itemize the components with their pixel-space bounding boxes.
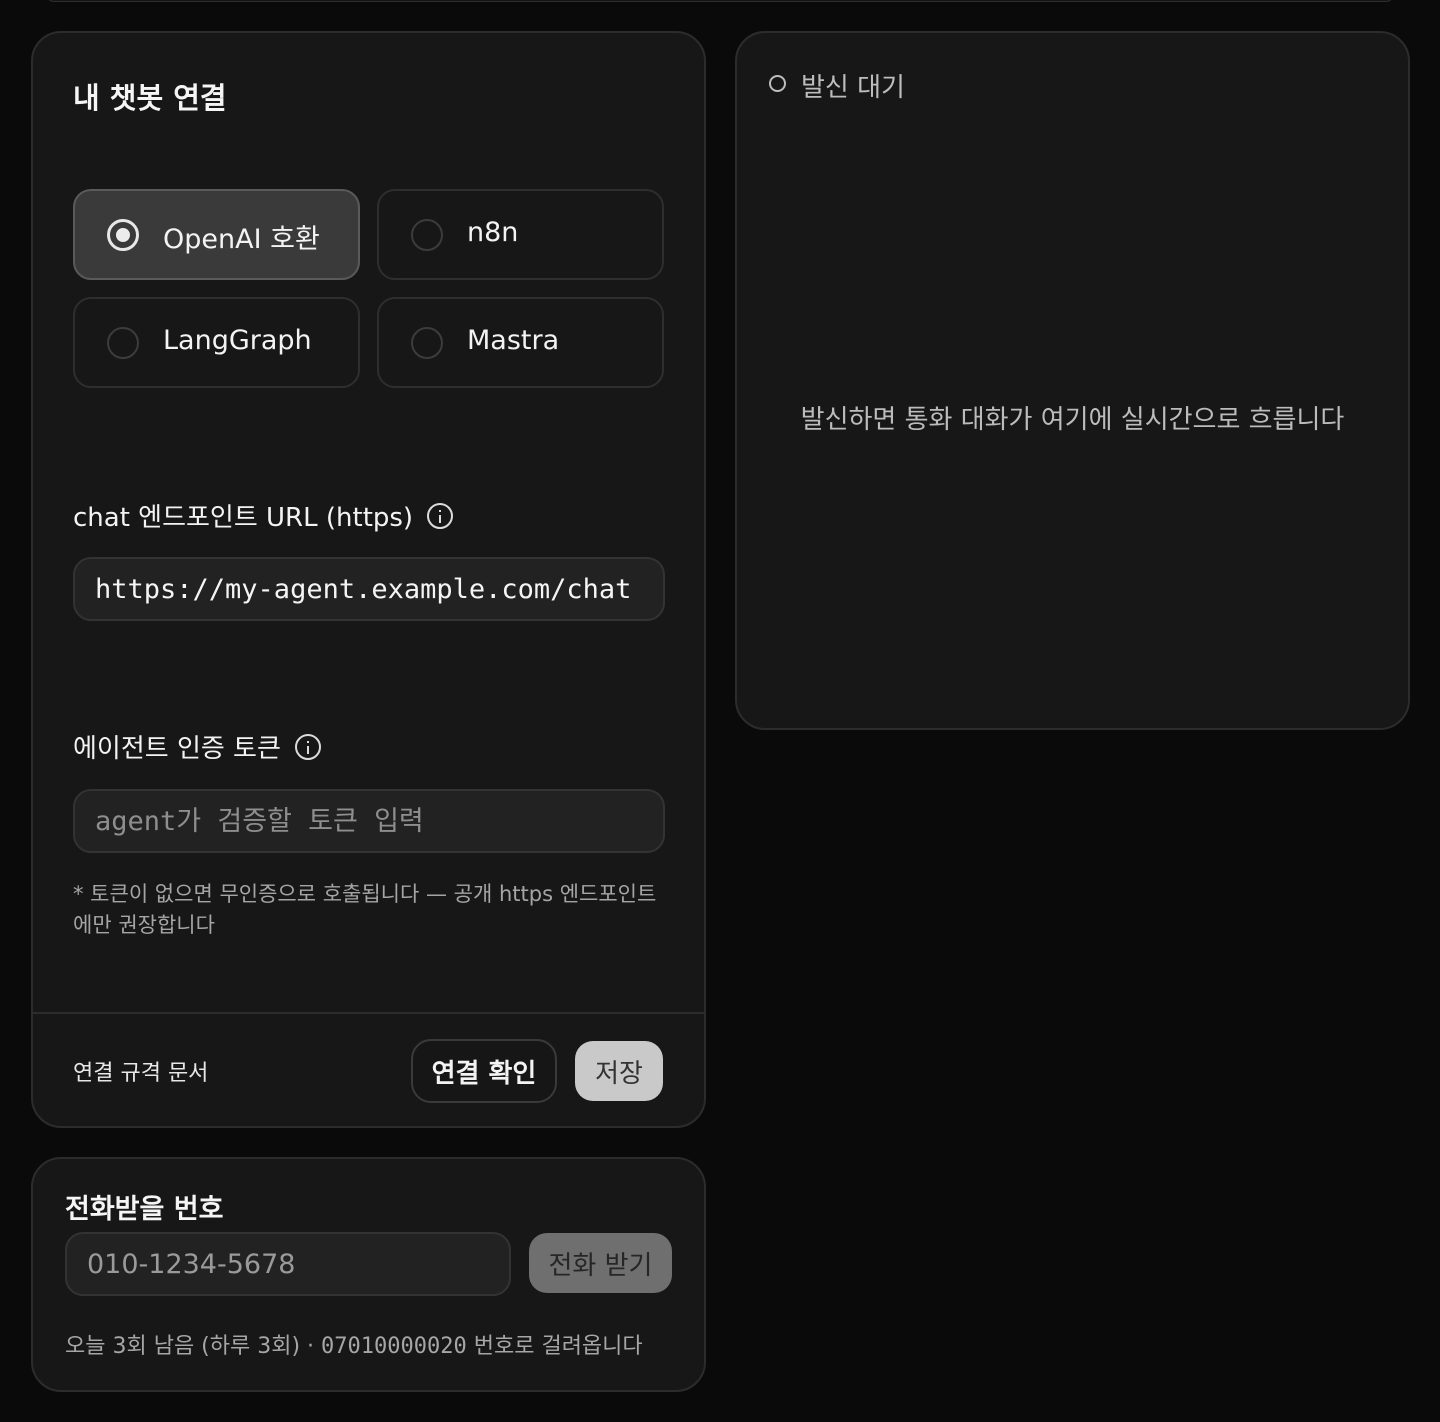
card-title: 내 챗봇 연결 — [73, 81, 227, 115]
option-openai[interactable]: OpenAI 호환 — [73, 189, 360, 280]
spec-doc-link[interactable]: 연결 규격 문서 — [73, 1055, 208, 1087]
quota-prefix: 오늘 3회 남음 (하루 3회) · — [65, 1334, 322, 1359]
quota-suffix: 번호로 걸려옵니다 — [466, 1334, 643, 1359]
radio-icon[interactable] — [411, 219, 443, 251]
test-connection-button[interactable]: 연결 확인 — [411, 1039, 557, 1103]
radio-icon[interactable] — [107, 327, 139, 359]
option-langgraph[interactable]: LangGraph — [73, 297, 360, 388]
card-footer-divider — [33, 1012, 704, 1014]
info-icon[interactable] — [427, 502, 454, 529]
option-n8n[interactable]: n8n — [377, 189, 664, 280]
token-note: * 토큰이 없으면 무인증으로 호출됩니다 — 공개 https 엔드포인트에만… — [73, 882, 657, 937]
radio-selected-icon[interactable] — [107, 219, 139, 251]
phone-title: 전화받을 번호 — [65, 1194, 224, 1225]
call-quota-text: 오늘 3회 남음 (하루 3회) · 07010000020 번호로 걸려옵니다 — [65, 1328, 643, 1360]
save-button[interactable]: 저장 — [575, 1041, 663, 1101]
chatbot-connect-card: 내 챗봇 연결 OpenAI 호환 n8n LangGraph Mastra c… — [31, 31, 706, 1128]
receive-call-card: 전화받을 번호 전화 받기 오늘 3회 남음 (하루 3회) · 0701000… — [31, 1157, 706, 1392]
call-transcript-card: 발신 대기 발신하면 통화 대화가 여기에 실시간으로 흐릅니다 — [735, 31, 1410, 730]
phone-number-input[interactable] — [65, 1232, 511, 1296]
option-label: LangGraph — [163, 325, 312, 356]
caller-number: 07010000020 — [321, 1334, 467, 1359]
token-input[interactable] — [73, 789, 665, 853]
info-icon[interactable] — [294, 733, 321, 760]
option-label: n8n — [467, 217, 519, 248]
call-status: 발신 대기 — [801, 73, 905, 103]
option-label: Mastra — [467, 325, 560, 356]
transcript-empty-message: 발신하면 통화 대화가 여기에 실시간으로 흐릅니다 — [800, 405, 1345, 435]
radio-icon[interactable] — [411, 327, 443, 359]
url-label: chat 엔드포인트 URL (https) — [73, 497, 454, 534]
status-dot-icon — [769, 75, 786, 92]
token-label: 에이전트 인증 토큰 — [73, 728, 321, 765]
top-panel-edge — [46, 0, 1394, 2]
option-label: OpenAI 호환 — [163, 224, 320, 255]
url-input[interactable] — [73, 557, 665, 621]
token-label-text: 에이전트 인증 토큰 — [73, 734, 281, 764]
url-label-text: chat 엔드포인트 URL (https) — [73, 503, 414, 533]
option-mastra[interactable]: Mastra — [377, 297, 664, 388]
receive-call-button[interactable]: 전화 받기 — [529, 1233, 672, 1293]
